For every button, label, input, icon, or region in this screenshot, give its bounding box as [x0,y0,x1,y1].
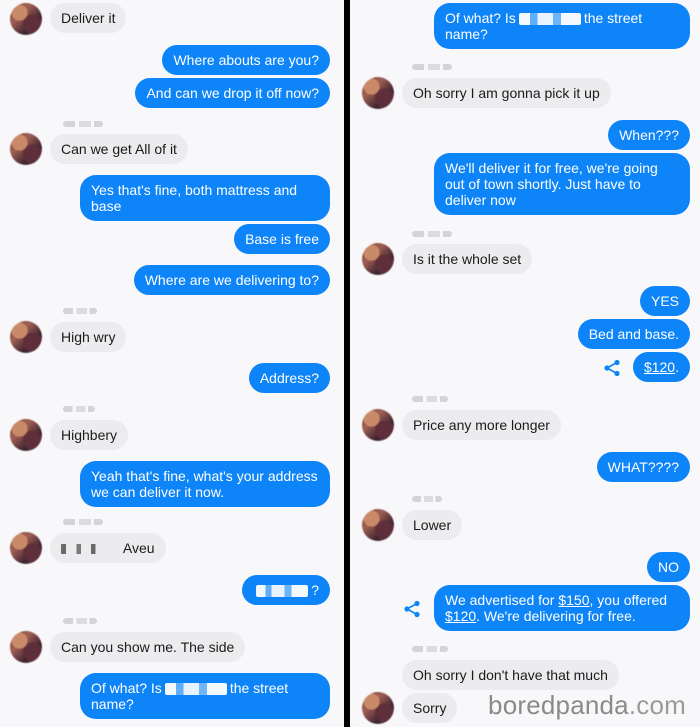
message-text: ? [311,582,319,598]
outgoing-message: Where are we delivering to? [133,265,330,295]
outgoing-message: Of what? Is the street name? [434,3,690,49]
share-icon[interactable] [403,600,421,618]
timestamp [63,618,97,624]
outgoing-message: Address? [248,363,330,393]
watermark-logo: boredpanda.com [488,690,686,720]
share-icon[interactable] [603,359,621,377]
redacted-address [61,544,113,555]
redacted-text [164,683,227,696]
contact-avatar [362,243,394,275]
outgoing-message: And can we drop it off now? [135,78,330,108]
outgoing-message: WHAT???? [596,452,690,482]
price-link[interactable]: $120 [445,608,476,624]
timestamp [63,308,97,314]
timestamp [412,646,448,652]
timestamp [63,121,103,127]
incoming-message: Highbery [50,420,129,450]
outgoing-message: ? [242,575,330,605]
contact-avatar [362,509,394,541]
outgoing-message: When??? [608,120,690,150]
incoming-message: Price any more longer [402,410,561,440]
outgoing-message: NO [647,552,690,582]
incoming-message: Oh sorry I don't have that much [402,660,619,690]
message-text: Aveu [122,540,155,556]
contact-avatar [10,133,42,165]
redacted-text [518,13,581,26]
conversation-panel-left[interactable]: Deliver it Where abouts are you? And can… [0,0,344,727]
outgoing-message: Where abouts are you? [162,45,330,75]
message-text: , you offered [589,592,668,608]
outgoing-message: Of what? Is the street name? [80,673,330,719]
message-text: Of what? Is [91,680,162,696]
outgoing-message: We'll deliver it for free, we're going o… [434,153,690,215]
outgoing-message: Bed and base. [577,319,690,349]
incoming-message: Deliver it [50,3,127,33]
outgoing-message: We advertised for $150, you offered $120… [434,585,690,631]
redacted-text [256,585,309,598]
message-text: Of what? Is [445,10,516,26]
timestamp [412,64,452,70]
price-link[interactable]: $150 [558,592,589,608]
incoming-message: Sorry [402,693,458,723]
incoming-message: High wry [50,322,127,352]
contact-avatar [362,77,394,109]
contact-avatar [10,631,42,663]
contact-avatar [362,409,394,441]
contact-avatar [10,419,42,451]
incoming-message: Is it the whole set [402,244,533,274]
outgoing-message: Yeah that's fine, what's your address we… [80,461,330,507]
message-text: We advertised for [445,592,559,608]
outgoing-message: Yes that's fine, both mattress and base [80,175,330,221]
price-link[interactable]: $120 [644,359,675,375]
message-text: . [675,359,679,375]
incoming-message: Can we get All of it [50,134,188,164]
timestamp [412,231,452,237]
contact-avatar [10,3,42,35]
timestamp [63,519,103,525]
incoming-message: Lower [402,510,463,540]
contact-avatar [10,532,42,564]
message-text: . We're delivering for free. [476,608,636,624]
outgoing-message: Base is free [234,224,330,254]
contact-avatar [362,692,394,724]
timestamp [63,406,95,412]
timestamp [412,496,442,502]
conversation-panel-right[interactable]: Of what? Is the street name? Oh sorry I a… [350,0,700,727]
incoming-message: Can you show me. The side [50,632,246,662]
incoming-message: Oh sorry I am gonna pick it up [402,78,611,108]
timestamp [412,396,448,402]
contact-avatar [10,321,42,353]
outgoing-message: $120. [632,352,690,382]
incoming-message: Aveu [50,533,166,563]
outgoing-message: YES [639,286,690,316]
